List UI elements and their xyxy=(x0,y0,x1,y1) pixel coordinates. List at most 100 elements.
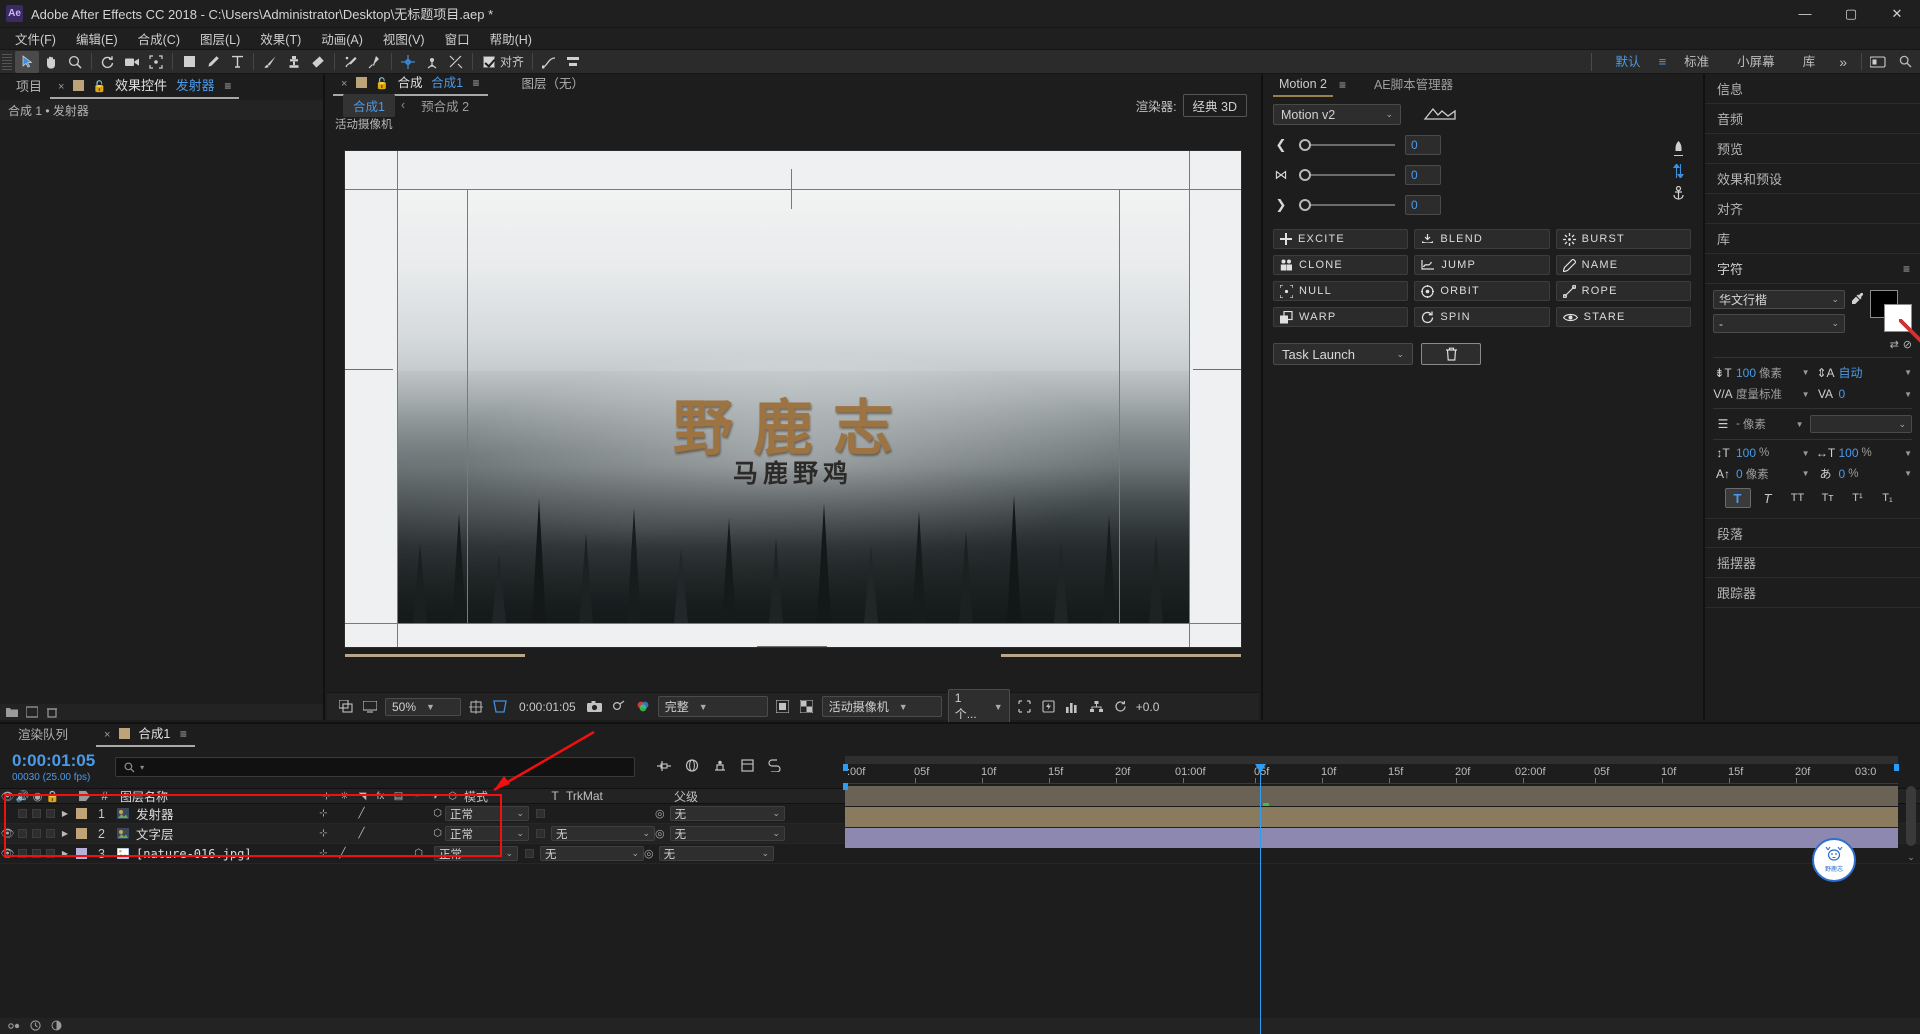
expand-layer-icon[interactable]: ▶ xyxy=(57,829,73,838)
text-tool-icon[interactable] xyxy=(225,51,249,73)
transparency-grid-icon[interactable] xyxy=(774,698,792,716)
layer-lock-toggle[interactable] xyxy=(43,849,57,858)
layer-audio-toggle[interactable] xyxy=(15,849,29,858)
chevron-down-icon[interactable]: ▼ xyxy=(1796,420,1804,429)
anchor-point-tool-icon[interactable] xyxy=(396,51,420,73)
subtab-chevron-icon[interactable]: ‹ xyxy=(395,98,411,112)
menu-animation[interactable]: 动画(A) xyxy=(312,27,372,50)
clone-stamp-tool-icon[interactable] xyxy=(282,51,306,73)
slider-value-1[interactable]: 0 xyxy=(1405,135,1441,155)
layer-search-input[interactable]: ▾ xyxy=(115,757,636,777)
pen-tool-icon[interactable] xyxy=(201,51,225,73)
tsume-field[interactable]: あ 0 % ▼ xyxy=(1816,465,1912,482)
small-caps-button[interactable]: Tт xyxy=(1815,488,1841,508)
collapse-toggle[interactable] xyxy=(335,806,350,821)
snap-checkbox-icon[interactable] xyxy=(483,55,495,68)
layer-audio-toggle[interactable] xyxy=(15,829,29,838)
faux-bold-button[interactable]: T xyxy=(1724,488,1751,508)
draft-3d-icon[interactable] xyxy=(685,759,699,775)
comp-mini-flowchart-icon[interactable] xyxy=(657,760,672,775)
motion-blur-footer-icon[interactable] xyxy=(51,1019,62,1034)
subscript-button[interactable]: T₁ xyxy=(1875,488,1901,508)
roto-brush-tool-icon[interactable] xyxy=(339,51,363,73)
rotation-tool-icon[interactable] xyxy=(96,51,120,73)
checkerboard-icon[interactable] xyxy=(798,698,816,716)
layer-mode-select[interactable]: 正常 ⌄ xyxy=(445,806,529,821)
layer-lock-toggle[interactable] xyxy=(43,829,57,838)
menu-window[interactable]: 窗口 xyxy=(436,27,479,50)
brush-tool-icon[interactable] xyxy=(258,51,282,73)
chevron-right-icon[interactable]: ❯ xyxy=(1273,197,1289,213)
layer-audio-toggle[interactable] xyxy=(15,809,29,818)
sync-settings-icon[interactable] xyxy=(1866,51,1890,73)
align-distribute-icon[interactable] xyxy=(561,51,585,73)
text-color-swatches[interactable] xyxy=(1870,290,1920,347)
panel-info[interactable]: 信息 xyxy=(1705,74,1920,104)
viewer-stage[interactable]: 野鹿志 马鹿野鸡 xyxy=(327,151,1259,657)
hide-shy-layers-icon[interactable] xyxy=(713,760,727,775)
effect-controls-body[interactable] xyxy=(0,120,323,704)
timeline-vertical-scrollbar[interactable] xyxy=(1906,786,1916,846)
tab-layer[interactable]: 图层（无） xyxy=(514,74,593,94)
panel-library[interactable]: 库 xyxy=(1705,224,1920,254)
frame-blending-icon[interactable] xyxy=(768,759,781,775)
hand-tool-icon[interactable] xyxy=(39,51,63,73)
layer-trkmat-select[interactable]: 无 ⌄ xyxy=(551,826,655,841)
pickwhip-icon[interactable]: ◎ xyxy=(644,847,654,860)
lock-icon[interactable]: 🔓 xyxy=(375,78,389,90)
views-count-select[interactable]: 1 个... ▼ xyxy=(947,689,1010,724)
all-caps-button[interactable]: TT xyxy=(1785,488,1811,508)
layer-mode-select[interactable]: 正常 ⌄ xyxy=(445,826,529,841)
chevron-down-icon[interactable]: ▼ xyxy=(1904,390,1912,399)
eraser-tool-icon[interactable] xyxy=(306,51,330,73)
slider-value-3[interactable]: 0 xyxy=(1405,195,1441,215)
workspace-default[interactable]: 默认 xyxy=(1602,50,1655,74)
panel-menu-icon[interactable]: ≡ xyxy=(1903,262,1910,276)
panel-menu-icon[interactable]: ≡ xyxy=(180,727,187,741)
layer-solo-toggle[interactable] xyxy=(29,829,43,838)
menu-layer[interactable]: 图层(L) xyxy=(191,27,249,50)
panel-tracker[interactable]: 跟踪器 xyxy=(1705,578,1920,608)
toolbar-grip[interactable] xyxy=(2,53,12,70)
layer-parent[interactable]: ◎ 无 ⌄ xyxy=(655,806,785,821)
trkmat-column-header[interactable]: TrkMat xyxy=(566,789,670,803)
stroke-style-select[interactable]: ⌄ xyxy=(1809,415,1912,433)
leading-field[interactable]: ⇕A 自动 ▼ xyxy=(1816,364,1912,381)
threed-toggle[interactable]: ⬡ xyxy=(430,806,445,821)
work-area-bar[interactable] xyxy=(845,756,1898,764)
close-tab-icon[interactable]: × xyxy=(104,729,110,741)
timeline-tracks[interactable] xyxy=(845,786,1898,848)
mode-column-header[interactable]: 模式 xyxy=(460,788,544,805)
subtab-precomp2[interactable]: 预合成 2 xyxy=(411,94,479,117)
zoom-select[interactable]: 50% ▼ xyxy=(385,697,461,716)
tab-project[interactable]: 项目 xyxy=(8,77,50,97)
parent-column-header[interactable]: 父级 xyxy=(670,788,800,805)
blend-button[interactable]: BLEND xyxy=(1414,229,1550,249)
rocket-icon[interactable] xyxy=(1672,141,1685,159)
layer-name[interactable]: [nature-016.jpg] xyxy=(111,847,316,861)
delete-icon[interactable] xyxy=(46,706,58,718)
panel-paragraph[interactable]: 段落 xyxy=(1705,518,1920,548)
frame-blend-toggle[interactable] xyxy=(392,826,407,841)
maximize-button[interactable]: ▢ xyxy=(1828,0,1874,28)
tab-timeline-comp1[interactable]: × 合成1 ≡ xyxy=(96,724,195,747)
work-area-end-handle[interactable] xyxy=(1894,764,1899,771)
timeline-ruler[interactable]: :00f 05f 10f 15f 20f 01:00f 05f 10f 15f … xyxy=(845,764,1898,784)
eyedropper-icon[interactable] xyxy=(1851,292,1864,309)
lock-icon[interactable]: 🔓 xyxy=(93,81,107,93)
vertical-scale-field[interactable]: ↕T 100 % ▼ xyxy=(1713,446,1810,460)
workspace-menu-icon[interactable]: ≡ xyxy=(1655,54,1671,69)
chevron-down-icon[interactable]: ▼ xyxy=(1802,449,1810,458)
camera-view-select[interactable]: 活动摄像机 ▼ xyxy=(821,696,942,717)
panel-effects-presets[interactable]: 效果和预设 xyxy=(1705,164,1920,194)
superscript-button[interactable]: T¹ xyxy=(1845,488,1871,508)
motion-version-select[interactable]: Motion v2 ⌄ xyxy=(1273,104,1401,125)
camera-tool-icon[interactable] xyxy=(120,51,144,73)
new-folder-icon[interactable] xyxy=(6,706,18,718)
collapse-horizontal-icon[interactable]: ⋈ xyxy=(1273,167,1289,183)
stroke-width-field[interactable]: ☰ - 像素 ▼ xyxy=(1713,416,1804,432)
close-button[interactable]: ✕ xyxy=(1874,0,1920,28)
slider-track-3[interactable] xyxy=(1299,198,1395,212)
graph-editor-icon[interactable] xyxy=(537,51,561,73)
timeline-icon[interactable] xyxy=(1064,698,1082,716)
